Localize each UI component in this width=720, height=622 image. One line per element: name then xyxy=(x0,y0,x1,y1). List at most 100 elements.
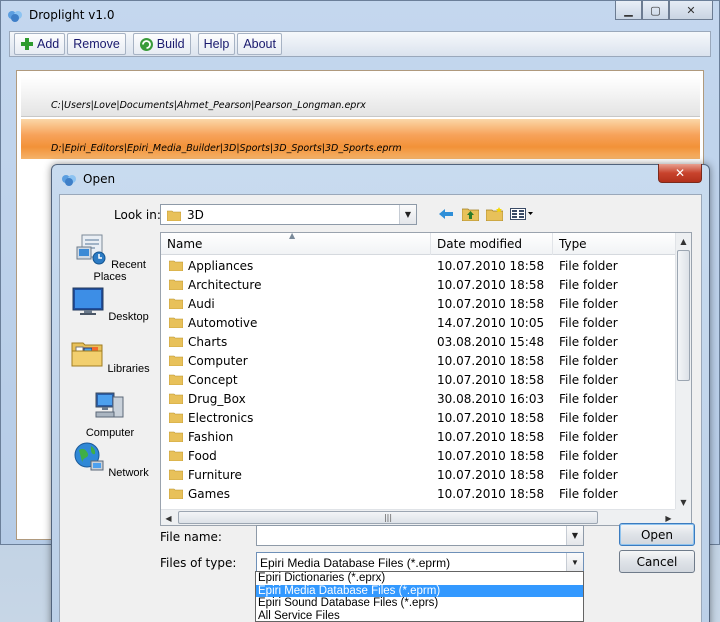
list-item[interactable]: Charts 03.08.2010 15:48 File folder xyxy=(161,332,678,351)
files-of-type-value: Epiri Media Database Files (*.eprm) xyxy=(260,555,451,570)
cancel-button[interactable]: Cancel xyxy=(619,550,695,573)
column-header-date[interactable]: Date modified xyxy=(431,233,553,255)
file-type-option[interactable]: Epiri Sound Database Files (*.eprs) xyxy=(256,597,583,610)
place-desktop[interactable]: Desktop xyxy=(70,285,150,323)
caption-buttons: ▁ ▢ ✕ xyxy=(615,1,713,20)
list-item[interactable]: Computer 10.07.2010 18:58 File folder xyxy=(161,351,678,370)
list-item-name-cell: Architecture xyxy=(161,278,431,292)
list-item-date: 30.08.2010 16:03 xyxy=(437,391,545,406)
column-header-name[interactable]: Name ▲ xyxy=(161,233,431,255)
list-item-type: File folder xyxy=(559,486,618,501)
up-folder-icon[interactable] xyxy=(461,205,479,223)
dialog-close-button[interactable]: ✕ xyxy=(658,164,702,183)
list-item-name: Audi xyxy=(188,296,215,311)
list-item-name: Concept xyxy=(188,372,238,387)
chevron-down-icon[interactable]: ▼ xyxy=(566,553,583,572)
maximize-button[interactable]: ▢ xyxy=(642,1,669,20)
folder-icon xyxy=(169,488,183,499)
list-item-name: Electronics xyxy=(188,410,254,425)
scroll-up-icon[interactable]: ▲ xyxy=(676,233,691,249)
list-item[interactable]: Architecture 10.07.2010 18:58 File folder xyxy=(161,275,678,294)
list-item[interactable]: Games 10.07.2010 18:58 File folder xyxy=(161,484,678,503)
window-title: Droplight v1.0 xyxy=(29,8,115,22)
folder-icon xyxy=(169,450,183,461)
close-icon: ✕ xyxy=(686,3,696,17)
list-item[interactable]: Food 10.07.2010 18:58 File folder xyxy=(161,446,678,465)
help-label: Help xyxy=(203,37,230,51)
recent-places-icon xyxy=(76,234,106,265)
list-item-type: File folder xyxy=(559,410,618,425)
list-item[interactable]: Appliances 10.07.2010 18:58 File folder xyxy=(161,256,678,275)
project-file-row-selected[interactable]: D:|Epiri_Editors|Epiri_Media_Builder|3D|… xyxy=(21,119,700,159)
list-item[interactable]: Automotive 14.07.2010 10:05 File folder xyxy=(161,313,678,332)
remove-button[interactable]: Remove xyxy=(67,33,126,55)
place-label: Libraries xyxy=(107,363,150,375)
list-item[interactable]: Electronics 10.07.2010 18:58 File folder xyxy=(161,408,678,427)
add-button[interactable]: Add xyxy=(14,33,66,55)
look-in-combo[interactable]: 3D ▼ xyxy=(160,204,417,225)
file-name-label: File name: xyxy=(160,530,222,544)
list-item-type: File folder xyxy=(559,467,618,482)
list-item-name-cell: Electronics xyxy=(161,411,431,425)
place-recent-places[interactable]: Recent Places xyxy=(70,233,150,283)
chevron-down-icon[interactable]: ▼ xyxy=(566,526,583,545)
computer-icon xyxy=(95,392,124,418)
look-in-label: Look in: xyxy=(114,208,161,222)
new-folder-icon[interactable] xyxy=(485,205,503,223)
close-button[interactable]: ✕ xyxy=(669,1,713,20)
minimize-button[interactable]: ▁ xyxy=(615,1,642,20)
list-item-type: File folder xyxy=(559,315,618,330)
open-dialog: Open ✕ Look in: 3D ▼ Recent Places Deskt… xyxy=(51,164,710,622)
horizontal-scroll-thumb[interactable]: ||| xyxy=(178,511,598,524)
file-type-option-selected[interactable]: Epiri Media Database Files (*.eprm) xyxy=(256,584,583,597)
list-item-date: 10.07.2010 18:58 xyxy=(437,353,545,368)
files-of-type-combo[interactable]: Epiri Media Database Files (*.eprm) ▼ xyxy=(256,552,584,573)
vertical-scroll-thumb[interactable] xyxy=(677,250,690,381)
files-of-type-label: Files of type: xyxy=(160,556,237,570)
list-item[interactable]: Drug_Box 30.08.2010 16:03 File folder xyxy=(161,389,678,408)
list-item[interactable]: Furniture 10.07.2010 18:58 File folder xyxy=(161,465,678,484)
list-item[interactable]: Fashion 10.07.2010 18:58 File folder xyxy=(161,427,678,446)
list-item-date: 03.08.2010 15:48 xyxy=(437,334,545,349)
chevron-down-icon[interactable]: ▼ xyxy=(399,205,416,224)
scroll-left-icon[interactable]: ◀ xyxy=(161,510,176,525)
desktop-icon xyxy=(72,287,104,315)
list-item-name-cell: Charts xyxy=(161,335,431,349)
list-item-type: File folder xyxy=(559,372,618,387)
list-item-type: File folder xyxy=(559,391,618,406)
view-menu-icon[interactable] xyxy=(509,205,535,223)
open-button[interactable]: Open xyxy=(619,523,695,546)
back-icon[interactable] xyxy=(437,205,455,223)
column-header-type[interactable]: Type xyxy=(553,233,678,255)
place-label: Network xyxy=(108,467,149,479)
folder-icon xyxy=(169,336,183,347)
build-button[interactable]: Build xyxy=(132,33,191,55)
place-libraries[interactable]: Libraries xyxy=(70,337,150,375)
list-item-date: 10.07.2010 18:58 xyxy=(437,372,545,387)
help-button[interactable]: Help xyxy=(197,33,236,55)
app-icon xyxy=(8,11,22,22)
scroll-down-icon[interactable]: ▼ xyxy=(676,494,691,510)
minimize-icon: ▁ xyxy=(624,3,633,17)
project-file-row[interactable]: C:|Users|Love|Documents|Ahmet_Pearson|Pe… xyxy=(21,77,700,117)
list-item-name-cell: Automotive xyxy=(161,316,431,330)
add-label: Add xyxy=(37,37,60,51)
about-label: About xyxy=(243,37,276,51)
file-type-option[interactable]: Epiri Dictionaries (*.eprx) xyxy=(256,572,583,585)
nav-toolbar xyxy=(437,205,535,223)
file-type-option[interactable]: All Service Files xyxy=(256,610,583,622)
places-bar: Recent Places Desktop Libraries Computer… xyxy=(70,233,150,493)
horizontal-scrollbar[interactable]: ◀ ||| ▶ xyxy=(161,509,678,525)
about-button[interactable]: About xyxy=(237,33,282,55)
file-name-field[interactable]: ▼ xyxy=(256,525,584,546)
list-item-name: Fashion xyxy=(188,429,234,444)
file-list-view: Name ▲ Date modified Type Appliances 10.0… xyxy=(160,232,692,526)
list-item-date: 10.07.2010 18:58 xyxy=(437,448,545,463)
vertical-scrollbar[interactable]: ▲ ▼ xyxy=(675,233,691,510)
list-item[interactable]: Concept 10.07.2010 18:58 File folder xyxy=(161,370,678,389)
file-type-dropdown-list: Epiri Dictionaries (*.eprx) Epiri Media … xyxy=(255,571,584,622)
place-computer[interactable]: Computer xyxy=(70,389,150,439)
place-network[interactable]: Network xyxy=(70,441,150,479)
place-label: Desktop xyxy=(108,311,149,323)
list-item[interactable]: Audi 10.07.2010 18:58 File folder xyxy=(161,294,678,313)
